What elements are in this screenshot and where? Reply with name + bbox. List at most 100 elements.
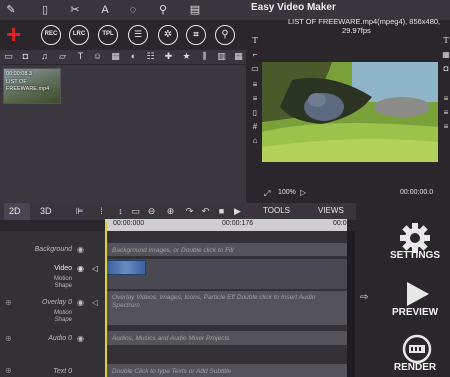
layer-icon[interactable]: ▭	[250, 64, 260, 73]
lyrics-button[interactable]: LRC	[69, 25, 89, 45]
eye-icon[interactable]: ◉	[77, 334, 84, 343]
video-motion[interactable]: Motion	[30, 276, 72, 282]
list-icon[interactable]: ☷	[145, 51, 156, 62]
add-track-icon[interactable]: ⊕	[5, 298, 12, 307]
bars-icon[interactable]: ▥	[216, 51, 227, 62]
preview-info-line2: 29.97fps	[342, 26, 371, 35]
grid-dots-icon[interactable]: ⁞	[96, 206, 107, 217]
tools-tab[interactable]: TOOLS	[263, 206, 290, 215]
tab-3d[interactable]: 3D	[40, 206, 52, 216]
list-button[interactable]: ☰	[128, 25, 148, 45]
speaker-icon[interactable]: ◁	[92, 264, 98, 273]
grid-right-icon[interactable]: ▦	[442, 50, 450, 59]
text-icon[interactable]: A	[98, 3, 112, 17]
scissors-icon[interactable]: ✂	[68, 3, 82, 17]
text-icon[interactable]: T	[75, 51, 86, 62]
add-media-button[interactable]: +	[6, 21, 21, 47]
track-label-background: Background	[34, 246, 72, 253]
undo-icon[interactable]: ↶	[200, 206, 211, 217]
stop-icon[interactable]: ■	[216, 206, 227, 217]
star-icon[interactable]: ★	[181, 51, 192, 62]
pen-icon[interactable]: ⚲	[156, 3, 170, 17]
camera-icon[interactable]: ◘	[20, 51, 31, 62]
video-clip[interactable]	[106, 260, 146, 275]
align2-icon[interactable]: ≡	[250, 94, 260, 103]
align-right2-icon[interactable]: ≡	[442, 108, 450, 117]
video-clip-icon[interactable]: ▤	[188, 3, 202, 17]
puzzle-icon[interactable]: ✚	[163, 51, 174, 62]
align-icon[interactable]: ≡	[250, 80, 260, 89]
media-filter-bar: ▭ ◘ ♫ ▱ T ☺ ▦ ◐ ☷ ✚ ★ ⫼ ▥ ▦	[0, 50, 246, 64]
hash-icon[interactable]: #	[250, 122, 260, 131]
track-hint-text: Double Click to type Texts or Add Subtit…	[112, 368, 232, 375]
zoom-level[interactable]: 100%	[278, 189, 296, 196]
play-icon[interactable]: ▶	[232, 206, 243, 217]
crop-icon[interactable]: ⌐	[250, 50, 260, 59]
speaker-icon[interactable]: ◁	[92, 298, 98, 307]
track-label-video: Video	[54, 265, 72, 272]
align-right3-icon[interactable]: ≡	[442, 122, 450, 131]
overlay-motion[interactable]: Motion	[20, 310, 72, 316]
preview-info-line1: LIST OF FREEWARE.mp4(mpeg4), 856x480,	[288, 17, 441, 26]
play-triangle-icon[interactable]	[403, 280, 431, 308]
image-icon[interactable]: ▦	[110, 51, 121, 62]
text-right-icon[interactable]: T	[442, 36, 450, 45]
track-label-text: Text 0	[53, 368, 72, 375]
text-tool-icon[interactable]: T	[250, 36, 260, 45]
render-button[interactable]: RENDER	[380, 362, 450, 373]
table-icon[interactable]: ▦	[233, 51, 244, 62]
emoji-icon[interactable]: ☺	[92, 51, 103, 62]
frame-icon[interactable]: ▯	[250, 108, 260, 117]
expand-icon[interactable]: ⤢	[264, 189, 270, 199]
fit-icon[interactable]: ▭	[130, 206, 141, 217]
timeline-scrollbar[interactable]	[347, 231, 355, 377]
arrow-right-icon[interactable]: ⇨	[360, 292, 368, 303]
record-button[interactable]: REC	[41, 25, 61, 45]
overlay-shape[interactable]: Shape	[20, 317, 72, 323]
preview-timecode: 00:00:00.0	[400, 189, 434, 196]
playhead[interactable]	[105, 222, 107, 377]
logo-icon[interactable]: ✎	[4, 3, 18, 17]
lock-icon[interactable]: ⌂	[250, 136, 260, 145]
media-name: LIST OF	[6, 79, 27, 85]
add-track-icon[interactable]: ⊕	[5, 334, 12, 343]
views-tab[interactable]: VIEWS	[318, 206, 344, 215]
track-label-audio: Audio 0	[48, 335, 72, 342]
track-hint-overlay: Overlay Videos, Images, Icons, Particle …	[112, 294, 316, 301]
preview-button[interactable]: PREVIEW	[380, 307, 450, 318]
timeline-toolbar	[0, 203, 356, 220]
height-icon[interactable]: ↕	[115, 206, 126, 217]
track-hint-overlay-2: Spectrum	[112, 302, 140, 309]
search-button[interactable]: ⚲	[215, 25, 235, 45]
ruler-start: 00:00:000	[113, 220, 145, 227]
file-icon[interactable]: ▯	[38, 3, 52, 17]
contrast-icon[interactable]: ◐	[128, 51, 139, 62]
video-shape[interactable]: Shape	[30, 283, 72, 289]
align-right-icon[interactable]: ≡	[442, 94, 450, 103]
add-track-icon[interactable]: ⊕	[5, 366, 12, 375]
music-icon[interactable]: ♫	[39, 51, 50, 62]
video-preview[interactable]	[262, 62, 438, 162]
effects-button[interactable]: ✲	[158, 25, 178, 45]
folder-icon[interactable]: ▱	[57, 51, 68, 62]
media-duration: 00:00:08.3	[6, 71, 32, 77]
balloon-icon[interactable]: ◌	[126, 3, 140, 17]
eye-icon[interactable]: ◉	[77, 298, 84, 307]
grid-button[interactable]: ⌗	[186, 25, 206, 45]
eye-icon[interactable]: ◉	[77, 264, 84, 273]
equalizer-icon[interactable]: ⫼	[199, 51, 210, 62]
align-left-icon[interactable]: ⊫	[74, 206, 85, 217]
film-icon[interactable]: ▭	[3, 51, 14, 62]
render-icon[interactable]	[402, 334, 432, 364]
tab-2d[interactable]: 2D	[9, 206, 21, 216]
eye-icon[interactable]: ◉	[77, 245, 84, 254]
redo-icon[interactable]: ↷	[184, 206, 195, 217]
zoom-in-icon[interactable]: ⊕	[165, 206, 176, 217]
track-hint-background: Background Images, or Double click to Fi…	[112, 247, 234, 254]
settings-button[interactable]: SETTINGS	[380, 250, 450, 261]
camera-right-icon[interactable]: ◘	[442, 64, 450, 73]
play-preview-icon[interactable]: ▷	[300, 188, 306, 197]
media-thumbnail[interactable]: 00:00:08.3 LIST OF FREEWARE.mp4	[3, 68, 61, 104]
template-button[interactable]: TPL	[98, 25, 118, 45]
zoom-out-icon[interactable]: ⊖	[146, 206, 157, 217]
